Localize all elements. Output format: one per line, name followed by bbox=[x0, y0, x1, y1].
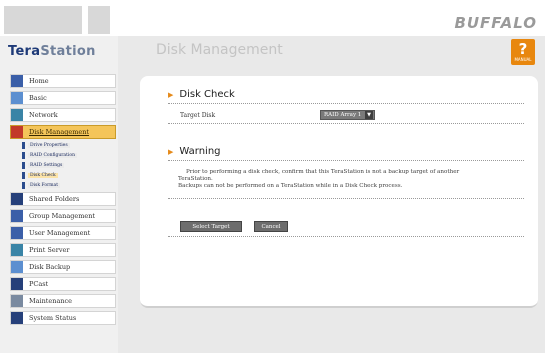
basic-settings-icon bbox=[11, 92, 23, 104]
submenu-disk-format[interactable]: Disk Format bbox=[22, 181, 116, 189]
sidebar-item-home[interactable]: Home bbox=[10, 74, 116, 88]
submenu-marker bbox=[22, 171, 25, 179]
buffalo-logo: BUFFALO bbox=[454, 14, 537, 32]
submenu-marker bbox=[22, 181, 25, 189]
terastation-logo: TeraStation bbox=[8, 44, 96, 59]
submenu-disk-check[interactable]: Disk Check bbox=[22, 171, 116, 179]
sidebar: TeraStation Home Basic Network Disk Mana… bbox=[0, 36, 118, 353]
status-icon bbox=[11, 312, 23, 324]
arrow-bullet-icon: ▶ bbox=[168, 90, 174, 99]
sidebar-item-disk-management[interactable]: Disk Management bbox=[10, 125, 116, 139]
submenu-raid-configuration[interactable]: RAID Configuration bbox=[22, 151, 116, 159]
network-icon bbox=[11, 109, 23, 121]
submenu-marker bbox=[22, 141, 25, 149]
sidebar-item-user-management[interactable]: User Management bbox=[10, 226, 116, 240]
header-decoration-tile bbox=[4, 6, 82, 34]
sidebar-item-label: System Status bbox=[29, 314, 77, 322]
sidebar-item-label: Disk Backup bbox=[29, 263, 71, 271]
logo-tera-text: Tera bbox=[8, 44, 41, 59]
sidebar-item-network[interactable]: Network bbox=[10, 108, 116, 122]
submenu-raid-settings[interactable]: RAID Settings bbox=[22, 161, 116, 169]
main-panel: Disk Management ? MANUAL ▶ Disk Check Ta… bbox=[118, 36, 545, 353]
sidebar-item-label: Home bbox=[29, 77, 49, 85]
section-title: Warning bbox=[179, 146, 221, 157]
sidebar-item-label: Shared Folders bbox=[29, 195, 80, 203]
content-card: ▶ Disk Check Target Disk RAID Array 1 ▼ … bbox=[140, 76, 538, 308]
divider bbox=[168, 236, 524, 237]
sidebar-item-print-server[interactable]: Print Server bbox=[10, 243, 116, 257]
printer-icon bbox=[11, 244, 23, 256]
chevron-down-icon: ▼ bbox=[365, 111, 373, 119]
sidebar-item-group-management[interactable]: Group Management bbox=[10, 209, 116, 223]
backup-icon bbox=[11, 261, 23, 273]
disk-check-heading: ▶ Disk Check bbox=[168, 89, 235, 100]
target-disk-value: RAID Array 1 bbox=[324, 112, 362, 118]
target-disk-select[interactable]: RAID Array 1 ▼ bbox=[320, 110, 375, 120]
select-target-button[interactable]: Select Target bbox=[180, 221, 242, 232]
submenu-label: Drive Properties bbox=[28, 142, 70, 148]
divider bbox=[168, 123, 524, 124]
sidebar-item-label: User Management bbox=[29, 229, 91, 237]
submenu-label: RAID Configuration bbox=[28, 152, 77, 158]
sidebar-item-label: Basic bbox=[29, 94, 47, 102]
user-icon bbox=[11, 227, 23, 239]
sidebar-item-basic[interactable]: Basic bbox=[10, 91, 116, 105]
sidebar-item-maintenance[interactable]: Maintenance bbox=[10, 294, 116, 308]
disk-icon bbox=[11, 126, 23, 138]
sidebar-item-label: Disk Management bbox=[29, 128, 90, 136]
sidebar-item-label: Network bbox=[29, 111, 58, 119]
cancel-button[interactable]: Cancel bbox=[254, 221, 288, 232]
sidebar-item-disk-backup[interactable]: Disk Backup bbox=[10, 260, 116, 274]
question-mark-icon: ? bbox=[518, 40, 528, 58]
disk-management-submenu: Drive Properties RAID Configuration RAID… bbox=[22, 141, 116, 189]
divider bbox=[168, 160, 524, 161]
maintenance-icon bbox=[11, 295, 23, 307]
logo-station-text: Station bbox=[40, 44, 96, 59]
submenu-drive-properties[interactable]: Drive Properties bbox=[22, 141, 116, 149]
divider bbox=[168, 198, 524, 199]
submenu-marker bbox=[22, 151, 25, 159]
sidebar-item-label: PCast bbox=[29, 280, 49, 288]
target-disk-label: Target Disk bbox=[180, 112, 216, 119]
header-decoration-tile-small bbox=[88, 6, 110, 34]
sidebar-item-label: Maintenance bbox=[29, 297, 72, 305]
warning-line-1: Prior to performing a disk check, confir… bbox=[186, 169, 460, 175]
help-label: MANUAL bbox=[514, 57, 532, 62]
section-title: Disk Check bbox=[179, 89, 235, 100]
help-button[interactable]: ? MANUAL bbox=[511, 39, 535, 65]
submenu-label: Disk Check bbox=[28, 172, 58, 178]
folder-icon bbox=[11, 193, 23, 205]
top-header: BUFFALO bbox=[0, 0, 545, 36]
arrow-bullet-icon: ▶ bbox=[168, 147, 174, 156]
sidebar-nav: Home Basic Network Disk Management Drive… bbox=[10, 74, 116, 328]
group-icon bbox=[11, 210, 23, 222]
warning-line-2: TeraStation. bbox=[178, 176, 213, 182]
submenu-marker bbox=[22, 161, 25, 169]
warning-message: Prior to performing a disk check, confir… bbox=[178, 169, 528, 190]
sidebar-item-label: Group Management bbox=[29, 212, 96, 220]
submenu-label: Disk Format bbox=[28, 182, 61, 188]
sidebar-item-system-status[interactable]: System Status bbox=[10, 311, 116, 325]
page-title: Disk Management bbox=[156, 42, 283, 58]
submenu-label: RAID Settings bbox=[28, 162, 65, 168]
warning-heading: ▶ Warning bbox=[168, 146, 221, 157]
warning-line-3: Backups can not be performed on a TeraSt… bbox=[178, 183, 403, 189]
divider bbox=[168, 103, 524, 104]
sidebar-item-shared-folders[interactable]: Shared Folders bbox=[10, 192, 116, 206]
home-icon bbox=[11, 75, 23, 87]
sidebar-item-pcast[interactable]: PCast bbox=[10, 277, 116, 291]
sidebar-item-label: Print Server bbox=[29, 246, 70, 254]
pcast-icon bbox=[11, 278, 23, 290]
